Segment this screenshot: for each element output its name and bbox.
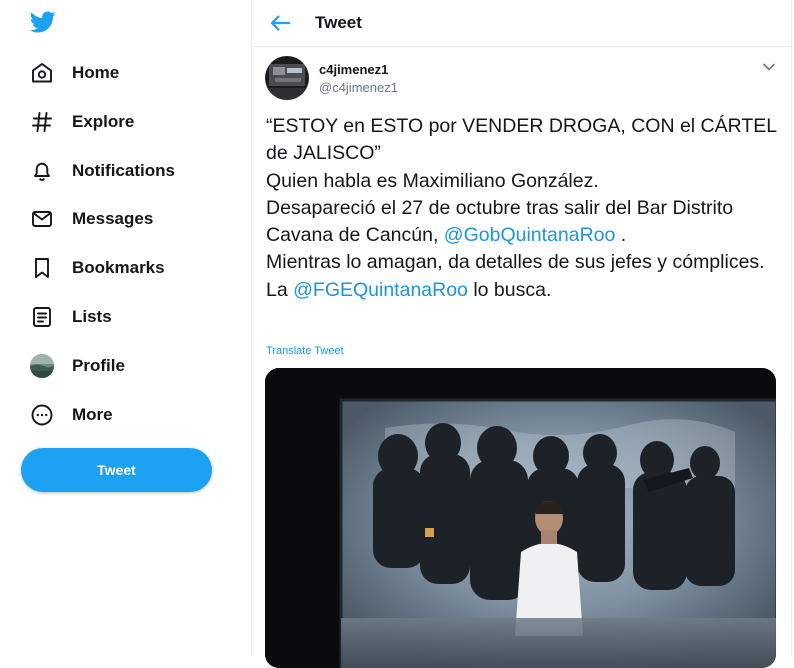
- page-header: Tweet: [252, 0, 791, 47]
- sidebar-item-label: Explore: [72, 112, 135, 131]
- twitter-bird-icon[interactable]: [29, 9, 57, 35]
- tweet-text-segment: .: [615, 224, 627, 247]
- home-icon: [28, 59, 56, 87]
- sidebar-item-label: Home: [72, 63, 120, 82]
- hashtag-icon: [28, 108, 56, 136]
- more-circle-icon: [28, 401, 56, 429]
- tweet-text-line: Quien habla es Maximiliano González.: [266, 169, 599, 192]
- sidebar-item-more[interactable]: More: [28, 400, 113, 430]
- mention-link[interactable]: @FGEQuintanaRoo: [293, 279, 468, 301]
- page-title: Tweet: [315, 13, 362, 32]
- sidebar-item-label: Profile: [72, 356, 125, 375]
- main-column: Tweet c4jimenez1 @c4jimenez1 “ESTOY en E…: [251, 0, 792, 668]
- sidebar-item-messages[interactable]: Messages: [28, 204, 153, 234]
- author-avatar[interactable]: [265, 56, 309, 100]
- author-name[interactable]: c4jimenez1: [319, 62, 388, 77]
- translate-tweet-link[interactable]: Translate Tweet: [266, 345, 344, 357]
- chevron-down-icon[interactable]: [762, 62, 776, 72]
- list-icon: [28, 303, 56, 331]
- sidebar-item-label: More: [72, 405, 113, 424]
- sidebar-item-notifications[interactable]: Notifications: [28, 156, 175, 186]
- avatar: [30, 354, 54, 378]
- sidebar-item-home[interactable]: Home: [28, 58, 119, 88]
- tweet-text-line: Mientras lo amagan, da detalles de sus j…: [266, 251, 765, 274]
- bell-icon: [28, 157, 56, 185]
- sidebar: Home Explore Notifications Messages Book…: [0, 0, 251, 656]
- back-arrow-icon[interactable]: [269, 13, 291, 33]
- tweet-text-segment: lo busca.: [467, 278, 552, 301]
- sidebar-item-label: Messages: [72, 209, 154, 228]
- tweet-text-line: Desapareció el 27 de octubre tras salir …: [266, 195, 781, 250]
- sidebar-item-explore[interactable]: Explore: [28, 107, 134, 137]
- tweet-text-line: “ESTOY en ESTO por VENDER DROGA, CON el …: [266, 115, 777, 165]
- sidebar-item-bookmarks[interactable]: Bookmarks: [28, 253, 165, 283]
- sidebar-item-label: Notifications: [72, 161, 175, 180]
- sidebar-item-label: Lists: [72, 307, 112, 326]
- bookmark-icon: [28, 254, 56, 282]
- sidebar-item-label: Bookmarks: [72, 258, 165, 277]
- sidebar-item-profile[interactable]: Profile: [28, 351, 125, 381]
- tweet-text-line: La @FGEQuintanaRoo lo busca.: [266, 277, 781, 304]
- tweet-button[interactable]: Tweet: [21, 448, 212, 492]
- tweet-text-segment: La: [266, 278, 294, 301]
- author-handle[interactable]: @c4jimenez1: [319, 80, 398, 95]
- mention-link[interactable]: @GobQuintanaRoo: [444, 224, 616, 246]
- tweet-media-video[interactable]: [265, 368, 776, 668]
- tweet-text: “ESTOY en ESTO por VENDER DROGA, CON el …: [266, 113, 781, 304]
- envelope-icon: [28, 205, 56, 233]
- sidebar-item-lists[interactable]: Lists: [28, 302, 112, 332]
